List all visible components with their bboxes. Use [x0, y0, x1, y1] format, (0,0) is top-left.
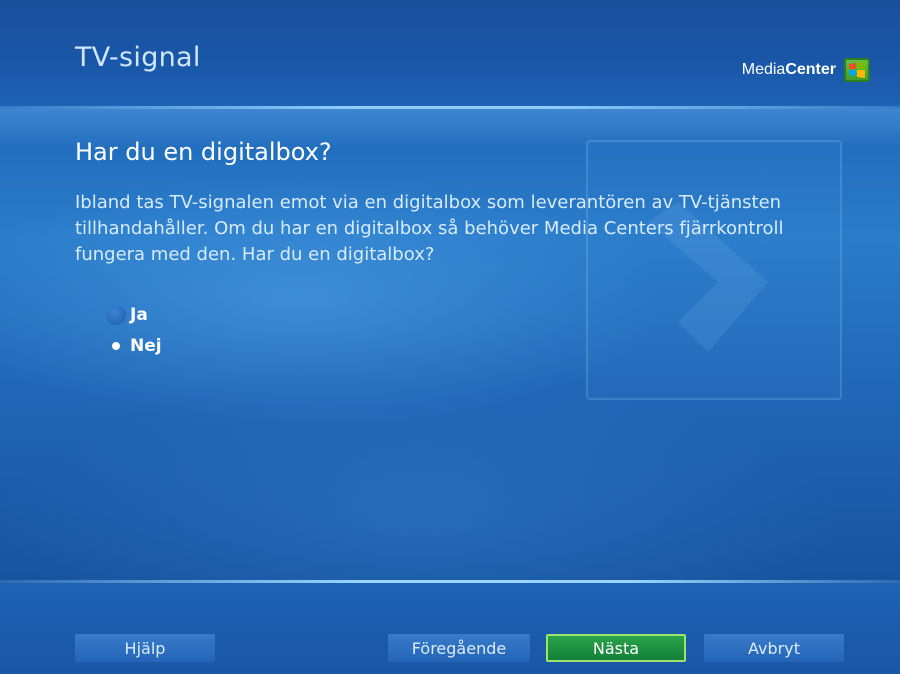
decorative-arrow-panel [586, 140, 842, 400]
description-text: Ibland tas TV-signalen emot via en digit… [75, 192, 784, 265]
cancel-button[interactable]: Avbryt [704, 634, 844, 662]
option-no[interactable]: Nej [106, 330, 162, 361]
brand-text-bold: Center [785, 61, 836, 78]
windows-logo-icon [844, 58, 870, 82]
next-button[interactable]: Nästa [546, 634, 686, 662]
previous-button[interactable]: Föregående [388, 634, 530, 662]
option-yes[interactable]: Ja [106, 299, 162, 330]
radio-unselected-icon [106, 304, 126, 325]
help-button[interactable]: Hjälp [75, 634, 215, 662]
digitalbox-radio-group: Ja Nej [106, 299, 162, 361]
option-yes-label: Ja [130, 304, 148, 325]
media-center-screen: TV-signal Media Center Har du en digital… [0, 0, 900, 674]
media-center-logo: Media Center [742, 58, 870, 82]
header-bar: TV-signal Media Center [0, 0, 900, 106]
page-title: TV-signal [75, 42, 201, 73]
question-heading: Har du en digitalbox? [75, 138, 332, 166]
brand-text-light: Media [741, 61, 786, 78]
option-no-label: Nej [130, 335, 162, 356]
radio-selected-icon [106, 336, 126, 356]
